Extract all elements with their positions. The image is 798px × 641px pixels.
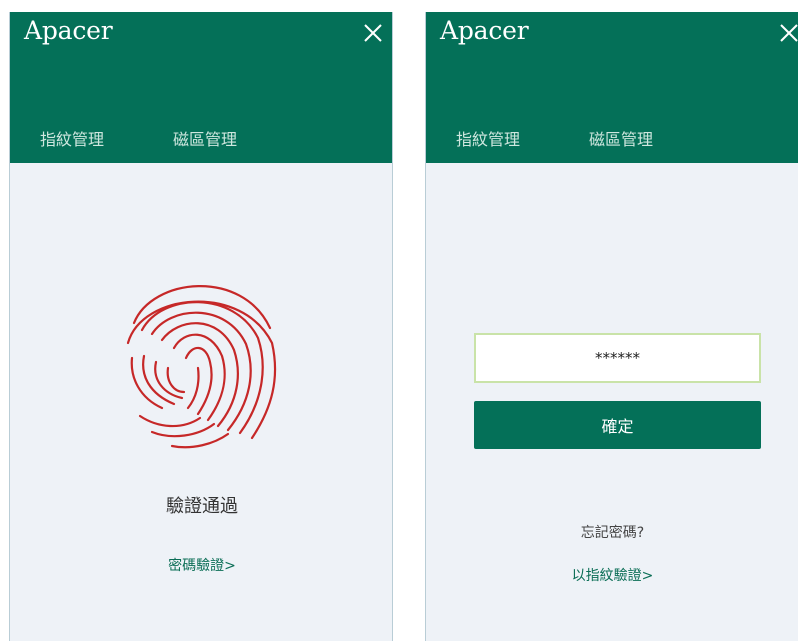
brand-logo: Apacer [24,16,113,45]
fingerprint-verify-link[interactable]: 以指紋驗證> [426,565,798,585]
tab-bar: 指紋管理 磁區管理 [10,126,392,152]
tab-partition-management[interactable]: 磁區管理 [173,126,237,150]
verification-status: 驗證通過 [166,496,238,517]
close-icon[interactable] [778,22,798,44]
tab-fingerprint-management[interactable]: 指紋管理 [40,126,104,150]
fingerprint-icon [122,268,282,457]
left-window: Apacer 指紋管理 磁區管理 驗證通過 密碼驗證> [9,12,393,641]
right-window: Apacer 指紋管理 磁區管理 確定 忘記密碼? 以指紋驗證> [425,12,798,641]
close-icon[interactable] [362,22,384,44]
password-verify-link[interactable]: 密碼驗證> [10,555,392,575]
password-field[interactable] [474,333,761,383]
tab-fingerprint-management[interactable]: 指紋管理 [456,126,520,150]
header-bar: Apacer 指紋管理 磁區管理 [10,12,392,163]
forgot-password-link[interactable]: 忘記密碼? [426,522,798,542]
tab-bar: 指紋管理 磁區管理 [426,126,798,152]
confirm-button[interactable]: 確定 [474,401,761,449]
brand-logo: Apacer [440,16,529,45]
header-bar: Apacer 指紋管理 磁區管理 [426,12,798,163]
tab-partition-management[interactable]: 磁區管理 [589,126,653,150]
